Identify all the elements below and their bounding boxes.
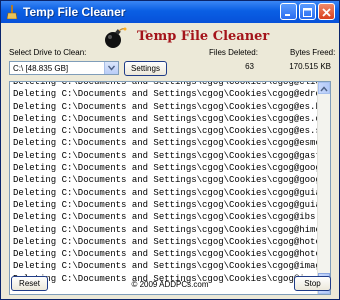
minimize-button[interactable] bbox=[280, 3, 297, 20]
window-title: Temp File Cleaner bbox=[23, 5, 126, 19]
settings-button[interactable]: Settings bbox=[124, 61, 167, 76]
app-window: Temp File Cleaner Temp File Cleaner Sele… bbox=[0, 0, 340, 300]
drive-select-arrow[interactable] bbox=[104, 62, 118, 74]
copyright-text: © 2009 ADDPCs.com bbox=[131, 280, 209, 289]
log-line: Deleting C:\Documents and Settings\cgog\… bbox=[13, 236, 318, 247]
deletion-log[interactable]: Deleting C:\Documents and Settings\cgog\… bbox=[9, 81, 331, 295]
app-title: Temp File Cleaner bbox=[137, 29, 270, 44]
log-line: Deleting C:\Documents and Settings\cgog\… bbox=[13, 261, 318, 272]
scroll-up-button[interactable] bbox=[318, 82, 330, 94]
log-line: Deleting C:\Documents and Settings\cgog\… bbox=[13, 163, 318, 174]
log-scrollbar[interactable] bbox=[317, 82, 330, 294]
bytes-freed-label: Bytes Freed: bbox=[290, 48, 336, 57]
chevron-down-icon bbox=[108, 65, 115, 71]
log-line: Deleting C:\Documents and Settings\cgog\… bbox=[13, 249, 318, 260]
close-button[interactable] bbox=[318, 3, 335, 20]
log-line: Deleting C:\Documents and Settings\cgog\… bbox=[13, 138, 318, 149]
drive-select[interactable]: C:\ [48.835 GB] bbox=[9, 61, 119, 75]
chevron-up-icon bbox=[320, 86, 328, 92]
log-line: Deleting C:\Documents and Settings\cgog\… bbox=[13, 199, 318, 210]
bytes-freed-value: 170.515 KB bbox=[289, 62, 331, 71]
log-line: Deleting C:\Documents and Settings\cgog\… bbox=[13, 224, 318, 235]
maximize-icon bbox=[303, 8, 312, 17]
drive-select-value: C:\ [48.835 GB] bbox=[13, 64, 69, 73]
log-line: Deleting C:\Documents and Settings\cgog\… bbox=[13, 212, 318, 223]
log-line: Deleting C:\Documents and Settings\cgog\… bbox=[13, 187, 318, 198]
broom-icon bbox=[6, 5, 18, 19]
close-icon bbox=[322, 8, 331, 17]
log-line: Deleting C:\Documents and Settings\cgog\… bbox=[13, 101, 318, 112]
files-deleted-value: 63 bbox=[245, 62, 254, 71]
log-lines: Deleting C:\Documents and Settings\cgog\… bbox=[13, 81, 318, 285]
log-line: Deleting C:\Documents and Settings\cgog\… bbox=[13, 81, 318, 87]
log-line: Deleting C:\Documents and Settings\cgog\… bbox=[13, 175, 318, 186]
minimize-icon bbox=[285, 14, 290, 16]
files-deleted-label: Files Deleted: bbox=[209, 48, 258, 57]
client-area: Temp File Cleaner Select Drive to Clean:… bbox=[1, 23, 339, 299]
log-line: Deleting C:\Documents and Settings\cgog\… bbox=[13, 150, 318, 161]
stop-button[interactable]: Stop bbox=[294, 276, 331, 291]
title-bar[interactable]: Temp File Cleaner bbox=[1, 1, 339, 23]
drive-label: Select Drive to Clean: bbox=[9, 48, 87, 57]
log-line: Deleting C:\Documents and Settings\cgog\… bbox=[13, 89, 318, 100]
log-line: Deleting C:\Documents and Settings\cgog\… bbox=[13, 113, 318, 124]
bomb-icon bbox=[105, 27, 127, 48]
maximize-button[interactable] bbox=[299, 3, 316, 20]
log-line: Deleting C:\Documents and Settings\cgog\… bbox=[13, 126, 318, 137]
